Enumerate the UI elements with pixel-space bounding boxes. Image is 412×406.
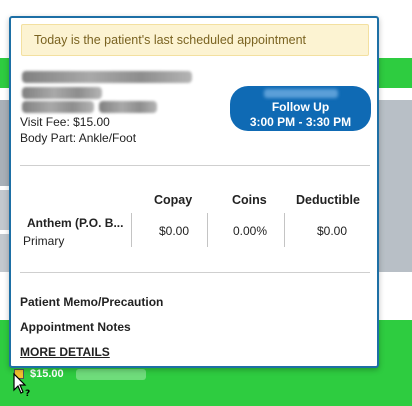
copay-value: $0.00 [159,224,190,238]
appointment-popup: Today is the patient's last scheduled ap… [9,16,379,368]
divider [20,272,370,273]
appointment-type: Follow Up [271,100,330,114]
patient-phone-redacted [99,101,157,113]
insurance-type: Primary [23,234,65,248]
deductible-value: $0.00 [317,224,348,238]
patient-phone-redacted [22,87,102,99]
redacted-text [76,369,146,380]
patient-memo-heading: Patient Memo/Precaution [20,295,164,309]
visit-fee: Visit Fee: $15.00 [20,115,110,129]
insurance-name: Anthem (P.O. B... [27,216,124,230]
calendar-column [378,100,412,272]
appointment-notes-heading: Appointment Notes [20,320,131,334]
appointment-type-button[interactable]: Follow Up 3:00 PM - 3:30 PM [230,86,371,131]
appointment-time: 3:00 PM - 3:30 PM [249,115,352,129]
divider [20,165,370,166]
divider [131,213,132,247]
last-appointment-notice: Today is the patient's last scheduled ap… [21,24,369,56]
svg-text:?: ? [25,389,30,398]
patient-name-redacted [22,71,192,83]
redacted-text [264,89,338,98]
divider [284,213,285,247]
coins-value: 0.00% [233,224,268,238]
more-details-link[interactable]: MORE DETAILS [20,345,110,359]
copay-header: Copay [154,193,193,207]
coins-header: Coins [232,193,267,207]
patient-info-redacted [22,101,94,113]
body-part: Body Part: Ankle/Foot [20,131,137,145]
deductible-header: Deductible [296,193,360,207]
appointment-fee: $15.00 [30,368,64,380]
divider [207,213,208,247]
help-cursor-icon: ? [13,372,30,398]
